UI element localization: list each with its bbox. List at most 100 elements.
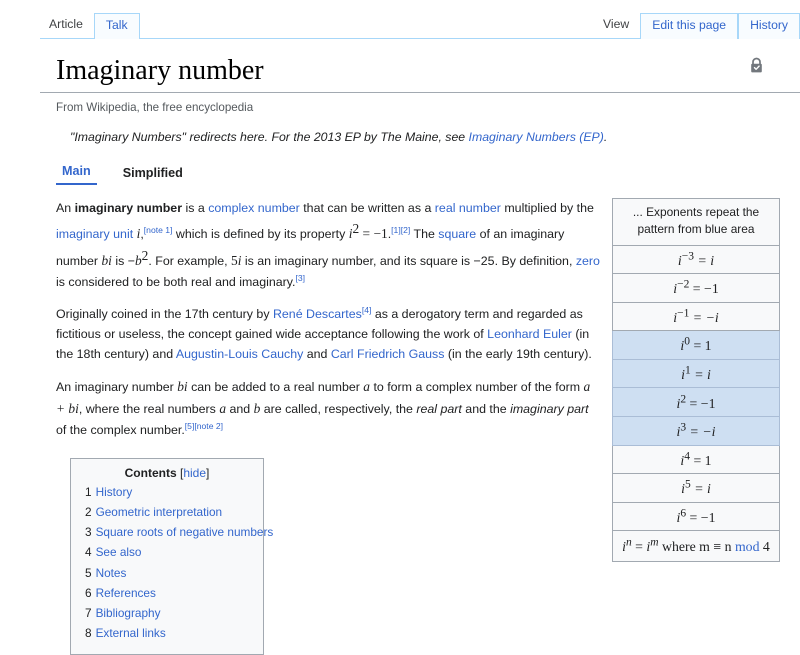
link-real-number[interactable]: real number (435, 201, 501, 215)
exponent-cell: i−2 = −1 (612, 273, 780, 303)
link-complex-number[interactable]: complex number (208, 201, 300, 215)
toc-number: 8 (85, 626, 92, 641)
table-row: i−2 = −1 (612, 273, 780, 303)
namespace-tabs: Article Talk (47, 13, 140, 43)
exponent-table-footer: in = im where m ≡ n mod 4 (612, 530, 780, 563)
cell-rest: = −1 (686, 395, 716, 411)
hatnote-text-after: . (603, 130, 608, 144)
link-mod[interactable]: mod (735, 539, 760, 554)
page-title: Imaginary number (40, 39, 800, 93)
top-navigation-bar: Article Talk View Edit this page History (0, 0, 800, 43)
toc-link[interactable]: External links (96, 626, 166, 640)
link-rene-descartes[interactable]: René Descartes (273, 307, 362, 321)
toc-number: 2 (85, 504, 92, 519)
list-item[interactable]: 7 Bibliography (81, 604, 253, 624)
cell-rest: = 1 (690, 338, 712, 354)
link-carl-friedrich-gauss[interactable]: Carl Friedrich Gauss (331, 347, 445, 361)
toc-link[interactable]: History (96, 485, 133, 499)
list-item[interactable]: 1 History (81, 483, 253, 503)
toc-hide-link[interactable]: hide (183, 466, 206, 480)
p3-s7: and the (461, 401, 511, 416)
p3-s3: to form a complex number of the form (370, 380, 584, 395)
toc-number: 4 (85, 545, 92, 560)
link-zero[interactable]: zero (576, 254, 600, 268)
toc-link[interactable]: References (96, 586, 156, 600)
p1-s3: that can be written as a (299, 201, 435, 215)
list-item[interactable]: 8 External links (81, 624, 253, 644)
toc-number: 3 (85, 525, 92, 540)
cell-exponent: −2 (677, 278, 690, 291)
toc-link[interactable]: Geometric interpretation (96, 505, 223, 519)
list-item[interactable]: 3 Square roots of negative numbers (81, 523, 273, 543)
cell-rest: = −1 (689, 281, 719, 297)
ref-5[interactable]: [5] (185, 420, 195, 430)
p3-s1: An imaginary number (56, 380, 178, 395)
header-line-2: from blue area (677, 222, 755, 237)
math-i: i (136, 226, 141, 242)
p3-s5: and (226, 401, 254, 416)
link-imaginary-unit[interactable]: imaginary unit (56, 227, 133, 241)
exponent-cell: i−1 = −i (612, 301, 780, 332)
paragraph-definition: An imaginary number is a complex number … (56, 201, 600, 289)
exponent-pattern-table: ... Exponents repeat the pattern from bl… (612, 198, 780, 563)
toc-number: 1 (85, 484, 92, 499)
list-item[interactable]: 5 Notes (81, 563, 253, 583)
cell-rest: = −i (686, 424, 716, 440)
ref-note-2[interactable]: [note 2] (194, 420, 223, 430)
exponent-cell: i1 = i (612, 358, 780, 389)
table-row-header: ... Exponents repeat the pattern from bl… (612, 198, 780, 246)
p1-s1: An (56, 201, 75, 215)
p1-s11: is an imaginary number, and its square i… (241, 254, 576, 269)
exponent-table-header: ... Exponents repeat the pattern from bl… (612, 198, 780, 246)
toc-link[interactable]: Bibliography (96, 606, 161, 620)
ref-4[interactable]: [4] (362, 305, 372, 315)
p1-s9: is − (111, 254, 135, 269)
cell-rest: = 1 (690, 452, 712, 468)
p1-s4: multiplied by the (500, 201, 594, 215)
math-5: 5 (231, 253, 238, 269)
toc-hide-control: [hide] (180, 466, 209, 480)
cell-rest: = i (694, 252, 715, 268)
list-item[interactable]: 2 Geometric interpretation (81, 503, 253, 523)
exponent-cell: i5 = i (612, 473, 780, 503)
lock-icon[interactable] (749, 57, 764, 74)
table-row: i−3 = i (612, 244, 780, 275)
p3-s6: are called, respectively, the (260, 401, 417, 416)
hatnote-link[interactable]: Imaginary Numbers (EP) (469, 130, 604, 144)
tab-main[interactable]: Main (56, 164, 97, 185)
exponent-table-body: ... Exponents repeat the pattern from bl… (612, 198, 780, 563)
p1-s12: is considered to be both real and imagin… (56, 274, 296, 289)
tab-view[interactable]: View (601, 13, 640, 38)
cell-exponent: −1 (677, 307, 690, 320)
toc-link[interactable]: See also (96, 545, 142, 559)
p2-s4: and (303, 347, 331, 362)
p3-s8: of the complex number. (56, 422, 185, 437)
link-square[interactable]: square (438, 227, 476, 241)
exponent-cell: i3 = −i (612, 416, 780, 446)
footer-exp-2: m (650, 536, 659, 549)
hatnote: "Imaginary Numbers" redirects here. For … (40, 114, 800, 144)
link-leonhard-euler[interactable]: Leonhard Euler (487, 327, 572, 341)
cell-rest: = i (690, 366, 711, 382)
p1-s6: which is defined by its property (172, 227, 349, 242)
cell-rest: = −i (689, 309, 719, 325)
list-item[interactable]: 6 References (81, 583, 253, 603)
tab-simplified[interactable]: Simplified (117, 166, 189, 185)
toc-link[interactable]: Square roots of negative numbers (96, 525, 274, 539)
tab-article[interactable]: Article (47, 13, 94, 38)
ref-3[interactable]: [3] (295, 273, 305, 283)
ref-note-1[interactable]: [note 1] (144, 225, 173, 235)
toc-link[interactable]: Notes (96, 566, 127, 580)
table-row: i6 = −1 (612, 501, 780, 532)
toc-title: Contents [hide] (81, 467, 253, 483)
footer-tail: 4 (759, 539, 770, 555)
toc-number: 7 (85, 605, 92, 620)
ref-2[interactable]: [2] (401, 225, 411, 235)
table-row-footer: in = im where m ≡ n mod 4 (612, 530, 780, 563)
list-item[interactable]: 4 See also (81, 543, 253, 563)
table-row: i5 = i (612, 473, 780, 503)
toc-list: 1 History 2 Geometric interpretation 3 Squa… (81, 483, 273, 644)
ref-1[interactable]: [1] (391, 225, 401, 235)
link-augustin-louis-cauchy[interactable]: Augustin-Louis Cauchy (176, 347, 303, 361)
cell-rest: = i (690, 481, 711, 497)
